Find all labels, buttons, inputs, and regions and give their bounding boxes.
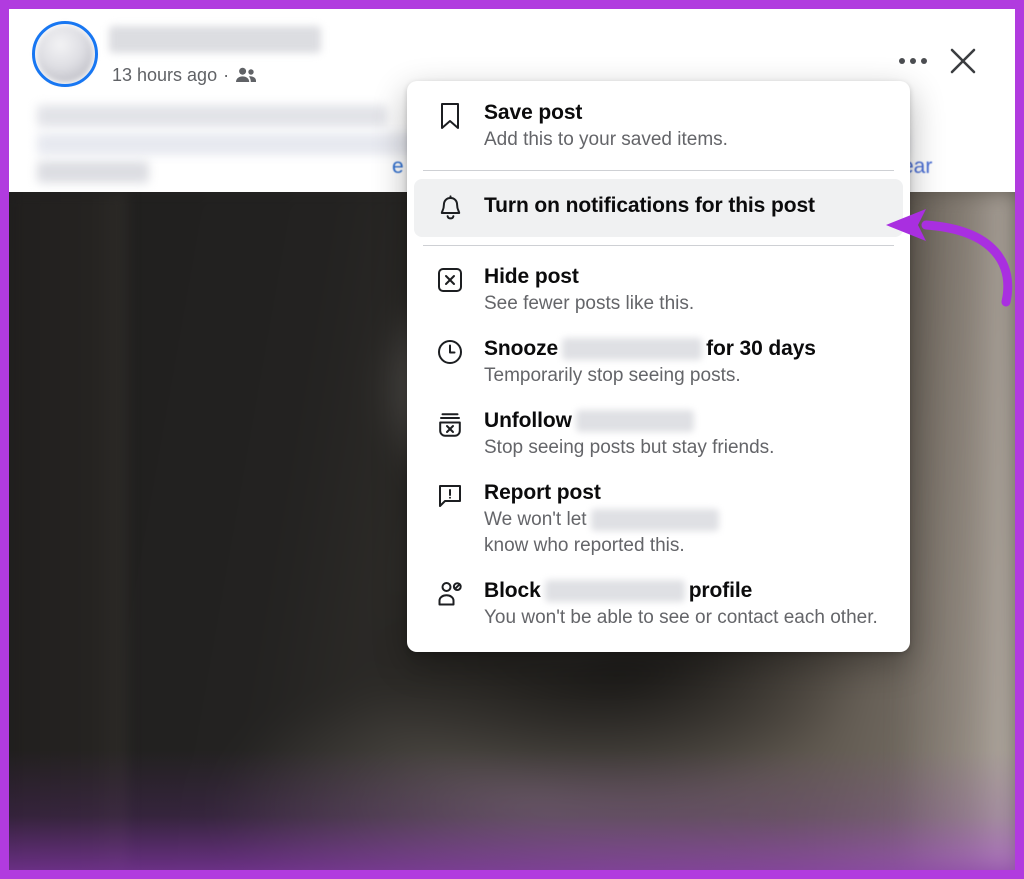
report-subtitle-after: know who reported this. <box>484 535 685 556</box>
report-icon <box>435 481 465 511</box>
post-meta: 13 hours ago · <box>112 64 257 86</box>
app-window: 13 hours ago · e ear Save post Add this … <box>9 9 1015 870</box>
menu-item-title: Hide post <box>484 265 579 288</box>
post-text-redacted-line-1 <box>37 105 387 127</box>
friends-icon[interactable] <box>235 67 257 83</box>
bell-icon <box>435 194 465 224</box>
hide-post-icon <box>435 265 465 295</box>
menu-item-save-post[interactable]: Save post Add this to your saved items. <box>414 90 903 162</box>
menu-divider-2 <box>423 245 894 246</box>
ellipsis-dot-2 <box>910 58 916 64</box>
menu-item-title: Unfollow <box>484 407 889 434</box>
menu-item-unfollow[interactable]: Unfollow Stop seeing posts but stay frie… <box>414 398 903 470</box>
redacted-name <box>590 509 719 531</box>
post-text-redacted-line-3 <box>37 161 149 183</box>
snooze-title-after: for 30 days <box>706 337 816 360</box>
menu-divider-1 <box>423 170 894 171</box>
post-options-menu: Save post Add this to your saved items. … <box>407 81 910 652</box>
redacted-name <box>544 579 685 602</box>
menu-item-title: Block profile <box>484 577 889 604</box>
menu-item-block-profile[interactable]: Block profile You won't be able to see o… <box>414 568 903 640</box>
menu-item-subtitle: Stop seeing posts but stay friends. <box>484 437 775 458</box>
unfollow-icon <box>435 409 465 439</box>
avatar[interactable] <box>32 21 98 87</box>
menu-item-title: Turn on notifications for this post <box>484 194 815 217</box>
redacted-name <box>562 337 703 360</box>
menu-item-title: Report post <box>484 481 601 504</box>
menu-item-hide-post[interactable]: Hide post See fewer posts like this. <box>414 254 903 326</box>
menu-item-subtitle: We won't let know who reported this. <box>484 507 889 559</box>
see-more-link[interactable]: e <box>392 155 408 179</box>
bookmark-icon <box>435 101 465 131</box>
menu-item-subtitle: See fewer posts like this. <box>484 293 695 314</box>
redacted-name <box>575 409 694 432</box>
menu-item-title: Save post <box>484 101 583 124</box>
ellipsis-icon[interactable] <box>889 39 937 83</box>
menu-item-snooze[interactable]: Snooze for 30 days Temporarily stop seei… <box>414 326 903 398</box>
close-icon[interactable] <box>937 35 989 87</box>
report-subtitle-before: We won't let <box>484 509 587 530</box>
menu-item-subtitle: Add this to your saved items. <box>484 129 728 150</box>
block-icon <box>435 579 465 609</box>
menu-item-subtitle: You won't be able to see or contact each… <box>484 607 878 628</box>
menu-item-subtitle: Temporarily stop seeing posts. <box>484 365 741 386</box>
post-timestamp[interactable]: 13 hours ago <box>112 64 217 86</box>
author-name-redacted <box>109 26 321 53</box>
menu-item-report-post[interactable]: Report post We won't let know who report… <box>414 470 903 568</box>
meta-separator: · <box>223 65 230 85</box>
block-title-before: Block <box>484 579 541 602</box>
photo-right-fade <box>895 192 1015 870</box>
avatar-story-ring <box>32 21 98 87</box>
photo-left-band <box>9 192 127 870</box>
unfollow-title-before: Unfollow <box>484 409 572 432</box>
menu-item-turn-on-notifications[interactable]: Turn on notifications for this post <box>414 179 903 237</box>
ellipsis-dot-3 <box>921 58 927 64</box>
snooze-title-before: Snooze <box>484 337 559 360</box>
ellipsis-dot-1 <box>899 58 905 64</box>
screenshot-root: 13 hours ago · e ear Save post Add this … <box>0 0 1024 879</box>
clock-icon <box>435 337 465 367</box>
block-title-after: profile <box>688 579 753 602</box>
menu-item-title: Snooze for 30 days <box>484 335 889 362</box>
